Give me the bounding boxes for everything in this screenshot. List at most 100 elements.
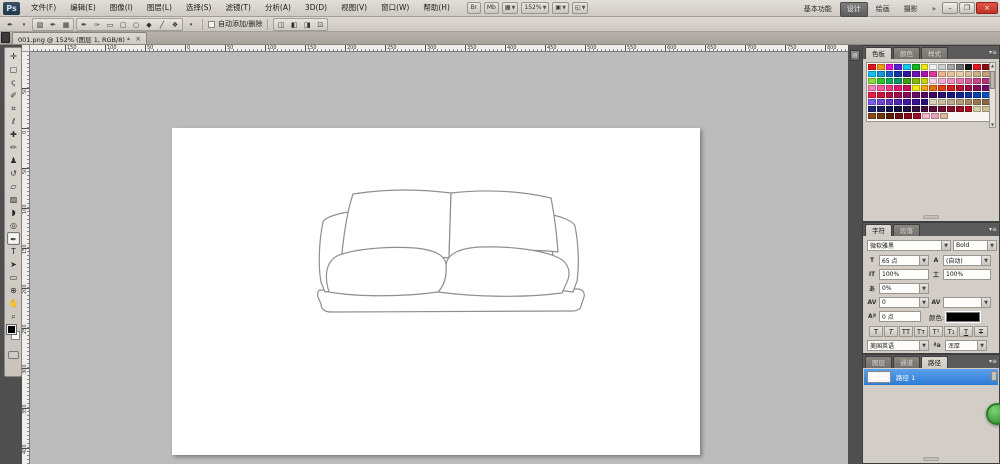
small-caps-button[interactable]: Tт [914,326,928,337]
color-swatch[interactable] [956,99,964,105]
tab-图层[interactable]: 图层 [865,356,892,368]
color-swatch[interactable] [877,64,885,70]
color-swatch[interactable] [886,99,894,105]
color-swatch[interactable] [868,71,876,77]
panel-resize-grip[interactable] [923,457,939,461]
color-swatch[interactable] [922,113,930,119]
mode-icon-2[interactable]: ▦ [60,19,72,30]
horizontal-scale-field[interactable]: 100% [943,269,991,280]
color-swatch[interactable] [947,71,955,77]
color-swatch[interactable] [973,99,981,105]
foreground-color-swatch[interactable] [7,325,16,334]
color-swatch[interactable] [921,99,929,105]
color-swatch[interactable] [938,78,946,84]
color-swatch[interactable] [929,106,937,112]
menu-编辑[interactable]: 编辑(E) [63,0,103,16]
workspace-overflow-chevron[interactable]: » [926,3,942,16]
workspace-摄影[interactable]: 摄影 [898,3,924,16]
workspace-设计[interactable]: 设计 [840,2,868,17]
menu-视图[interactable]: 视图(V) [334,0,374,16]
color-swatch[interactable] [965,78,973,84]
tab-颜色[interactable]: 颜色 [893,47,920,59]
rectangle-tool[interactable]: ▭ [7,271,20,284]
color-swatch[interactable] [973,64,981,70]
color-swatch[interactable] [886,78,894,84]
hand-tool[interactable]: ✋ [7,297,20,310]
collapsed-panel-icon[interactable]: ▤ [850,50,860,61]
color-swatch[interactable] [912,64,920,70]
color-swatch[interactable] [903,71,911,77]
superscript-button[interactable]: T¹ [929,326,943,337]
workspace-基本功能[interactable]: 基本功能 [798,3,838,16]
restore-button[interactable]: ❐ [959,2,975,14]
color-swatch[interactable] [931,113,939,119]
color-swatch[interactable] [938,64,946,70]
color-swatch[interactable] [938,85,946,91]
quick-selection-tool[interactable]: ✐ [7,89,20,102]
proportional-spacing-icon[interactable]: あ [867,284,877,293]
path-selection-tool[interactable]: ➤ [7,258,20,271]
arrange-documents-icon[interactable]: ▣▼ [552,2,569,14]
dropdown-arrow-icon[interactable]: ▼ [981,298,990,307]
color-swatch[interactable] [938,106,946,112]
color-swatch[interactable] [956,64,964,70]
brush-tool[interactable]: ✏ [7,141,20,154]
path-op-icon-3[interactable]: ⊡ [314,19,326,30]
menu-3D[interactable]: 3D(D) [298,0,334,16]
pen-tool-preset-icon[interactable]: ✒ [4,19,16,30]
font-size-select[interactable]: 65 点▼ [879,255,929,266]
scrollbar-thumb[interactable] [990,71,995,89]
color-swatch[interactable] [973,71,981,77]
dropdown-arrow-icon[interactable]: ▼ [919,256,928,265]
dropdown-arrow-icon[interactable]: ▼ [919,341,928,350]
color-swatch[interactable] [894,64,902,70]
auto-add-delete-checkbox[interactable] [208,21,215,28]
color-swatch[interactable] [877,106,885,112]
dropdown-arrow-icon[interactable]: ▼ [981,256,990,265]
baseline-shift-icon[interactable]: Aª [867,313,877,320]
color-swatch[interactable] [921,106,929,112]
path-op-icon-1[interactable]: ◧ [288,19,300,30]
color-swatch[interactable] [886,64,894,70]
color-swatch[interactable] [965,71,973,77]
view-extras-icon[interactable]: ▦▼ [502,2,519,14]
type-tool[interactable]: T [7,245,20,258]
color-swatch[interactable] [903,92,911,98]
panel-menu-icon[interactable]: ▾≡ [989,49,997,56]
color-swatch[interactable] [903,106,911,112]
shape-icon-6[interactable]: ╱ [156,19,168,30]
paths-scrollbar[interactable] [991,371,997,381]
panel-menu-icon[interactable]: ▾≡ [989,358,997,365]
color-swatch[interactable] [921,64,929,70]
color-swatch[interactable] [921,85,929,91]
path-op-icon-2[interactable]: ◨ [301,19,313,30]
color-swatch[interactable] [894,85,902,91]
3d-rotate-tool[interactable]: ⊕ [7,284,20,297]
dock-grabber-icon[interactable] [1,32,10,43]
color-swatch[interactable] [912,106,920,112]
crop-tool[interactable]: ⌗ [7,102,20,115]
shape-icon-2[interactable]: ▭ [104,19,116,30]
color-swatch[interactable] [894,71,902,77]
menu-文件[interactable]: 文件(F) [24,0,63,16]
subscript-button[interactable]: T₁ [944,326,958,337]
color-swatch[interactable] [965,64,973,70]
lasso-tool[interactable]: ς [7,76,20,89]
clone-stamp-tool[interactable]: ♟ [7,154,20,167]
color-swatch[interactable] [947,106,955,112]
shape-icon-7[interactable]: ❖ [169,19,181,30]
tab-样式[interactable]: 样式 [921,47,948,59]
dropdown-arrow-icon[interactable]: ▼ [919,284,928,293]
color-swatch[interactable] [912,99,920,105]
auto-add-delete-option[interactable]: 自动添加/删除 [208,19,262,29]
color-swatch[interactable] [965,99,973,105]
dropdown-arrow-icon[interactable]: ▼ [987,241,996,250]
tab-色板[interactable]: 色板 [865,47,892,59]
color-swatch[interactable] [903,64,911,70]
color-swatch[interactable] [868,99,876,105]
text-color-swatch[interactable] [946,312,980,322]
color-swatch[interactable] [912,71,920,77]
color-swatch[interactable] [947,92,955,98]
color-swatch[interactable] [938,92,946,98]
shape-icon-5[interactable]: ◆ [143,19,155,30]
